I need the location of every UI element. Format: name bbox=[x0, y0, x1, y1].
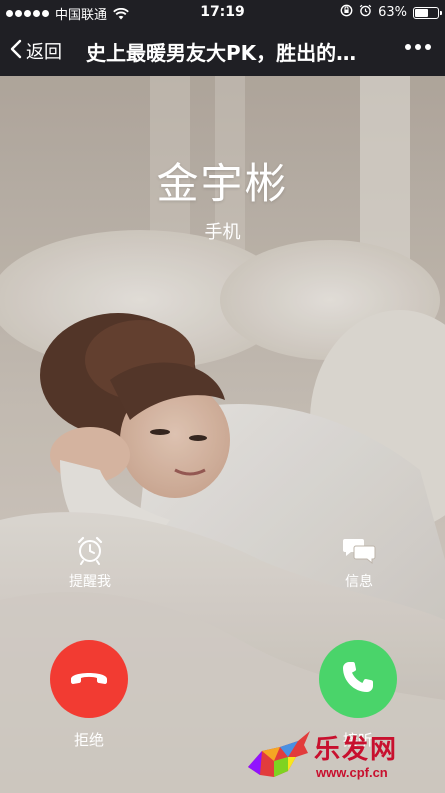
more-dots-icon[interactable] bbox=[405, 44, 431, 50]
page-title: 史上最暖男友大PK，胜出的… bbox=[86, 41, 357, 65]
battery-icon bbox=[413, 6, 442, 19]
message-button[interactable]: 信息 bbox=[327, 535, 391, 591]
status-bar: 中国联通 17:19 63% bbox=[0, 0, 445, 24]
phone-icon bbox=[340, 659, 376, 699]
phone-hangup-icon bbox=[69, 667, 109, 691]
navigation-bar: 返回 史上最暖男友大PK，胜出的… bbox=[0, 24, 445, 76]
caller-type: 手机 bbox=[204, 222, 241, 243]
battery-level bbox=[415, 8, 428, 17]
watermark-brand: 乐发网 bbox=[314, 735, 399, 765]
back-button[interactable]: 返回 bbox=[10, 38, 62, 64]
status-right: 63% bbox=[340, 4, 442, 21]
chevron-left-icon bbox=[10, 39, 22, 64]
battery-percent: 63% bbox=[378, 5, 407, 20]
alarm-clock-icon bbox=[58, 535, 122, 565]
alarm-status-icon bbox=[359, 4, 372, 21]
decline-call-button[interactable] bbox=[50, 640, 128, 718]
remind-me-label: 提醒我 bbox=[69, 574, 111, 590]
rotation-lock-icon bbox=[340, 4, 353, 21]
back-label: 返回 bbox=[26, 42, 62, 63]
message-label: 信息 bbox=[345, 574, 373, 590]
caller-name: 金宇彬 bbox=[156, 159, 289, 208]
remind-me-button[interactable]: 提醒我 bbox=[58, 535, 122, 591]
bull-logo-icon bbox=[248, 731, 310, 777]
chat-bubbles-icon bbox=[327, 535, 391, 565]
site-watermark: 乐发网 www.cpf.cn bbox=[244, 727, 439, 787]
decline-label: 拒绝 bbox=[73, 731, 104, 749]
accept-call-button[interactable] bbox=[319, 640, 397, 718]
watermark-url: www.cpf.cn bbox=[316, 765, 388, 780]
